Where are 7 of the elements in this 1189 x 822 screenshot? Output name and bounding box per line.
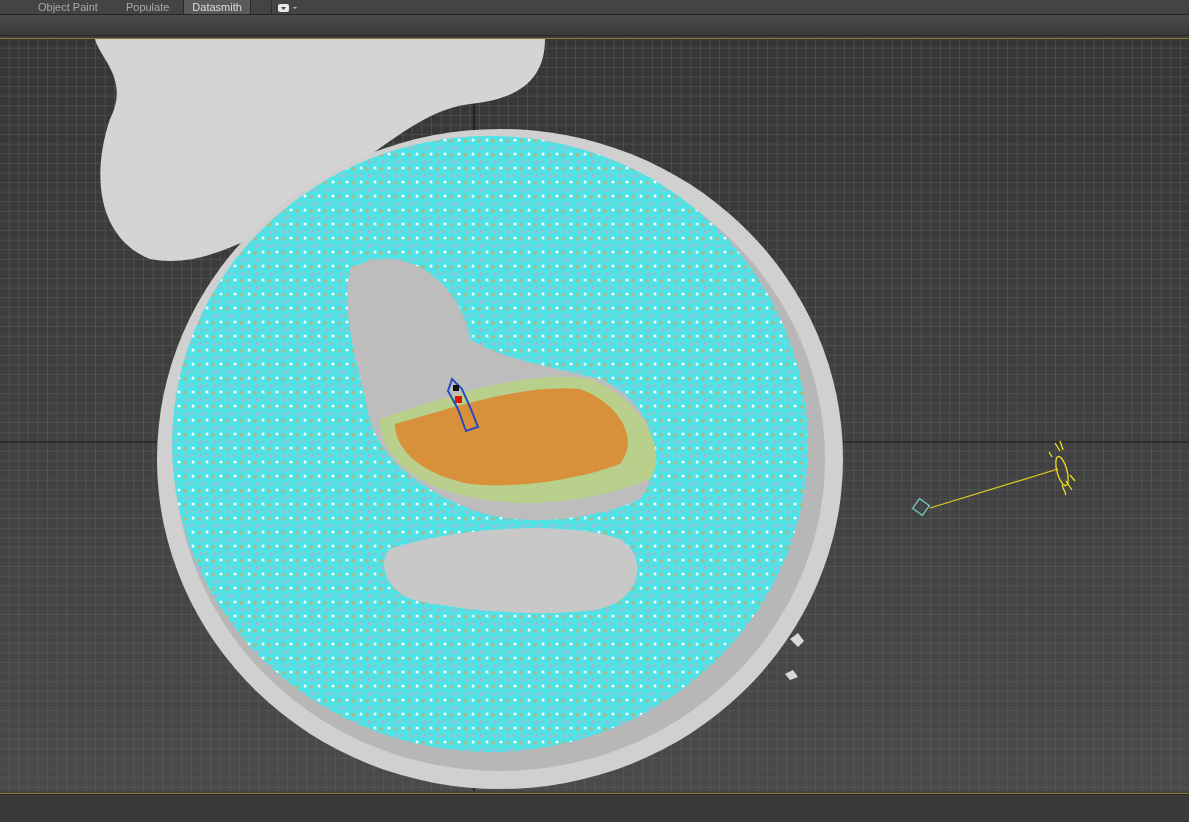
ribbon-tab[interactable]: Populate [111, 0, 184, 14]
ribbon-tab[interactable]: Datasmith [183, 0, 251, 14]
top-viewport[interactable] [0, 39, 1189, 791]
character-rig-icon [446, 377, 480, 433]
ribbon-tab[interactable]: Object Paint [24, 0, 112, 14]
light-target-icon [911, 497, 931, 517]
light-icon [1048, 440, 1076, 496]
